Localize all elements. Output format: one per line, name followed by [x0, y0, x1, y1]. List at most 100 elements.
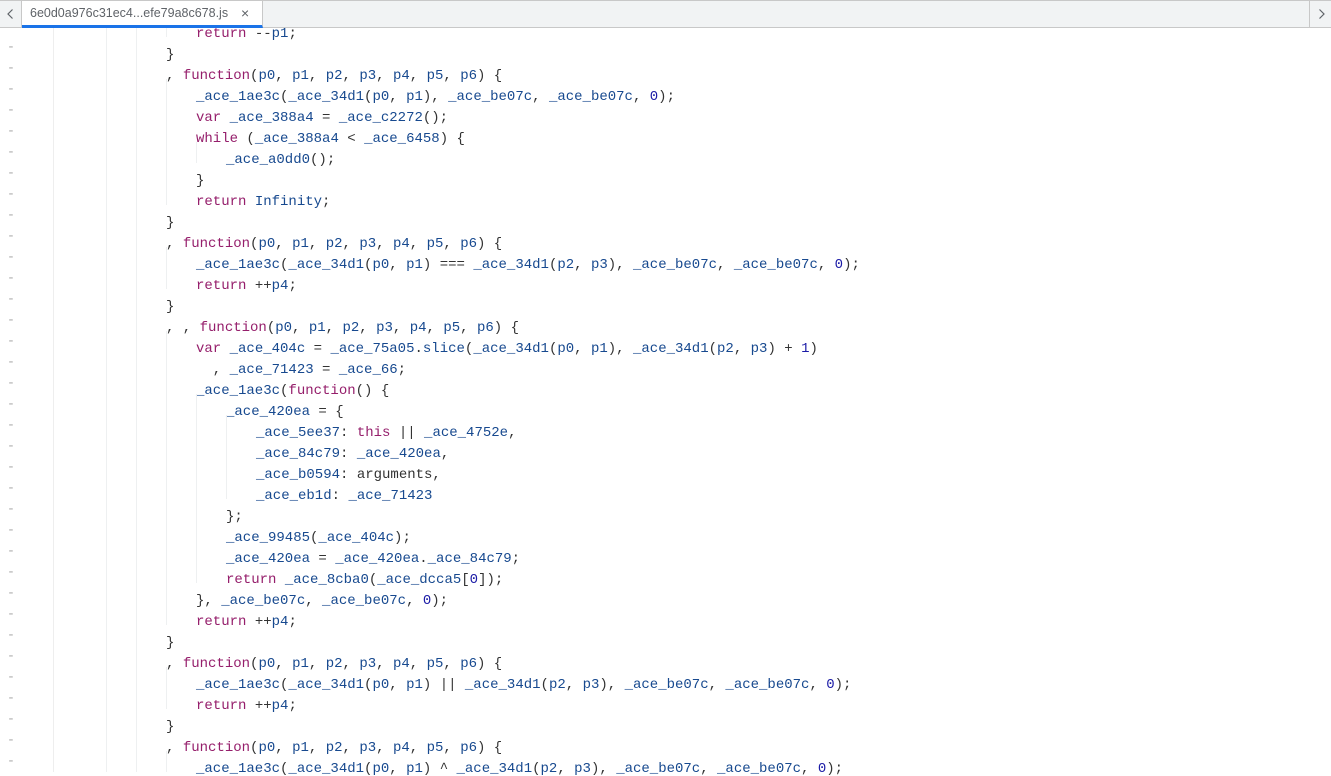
code-content[interactable]: _ace_1ae3c(_ace_34d1(p0, p1), _ace_be07c… [72, 79, 675, 100]
code-line[interactable]: -_ace_1ae3c(_ace_34d1(p0, p1) ^ _ace_34d… [0, 751, 1331, 772]
fold-column [54, 457, 72, 478]
code-line[interactable]: -_ace_1ae3c(_ace_34d1(p0, p1), _ace_be07… [0, 79, 1331, 100]
code-line[interactable]: -return --p1; [0, 28, 1331, 37]
code-content[interactable]: _ace_eb1d: _ace_71423 [72, 478, 432, 499]
fold-column [54, 688, 72, 709]
gutter [22, 205, 54, 226]
code-content[interactable]: return --p1; [72, 28, 297, 37]
code-line[interactable]: -_ace_1ae3c(function() { [0, 373, 1331, 394]
fold-column [54, 58, 72, 79]
code-content[interactable]: } [72, 163, 204, 184]
code-line[interactable]: - _ace_b0594: arguments, [0, 457, 1331, 478]
code-content[interactable]: _ace_99485(_ace_404c); [72, 520, 411, 541]
code-content[interactable]: _ace_1ae3c(_ace_34d1(p0, p1) || _ace_34d… [72, 667, 851, 688]
code-content[interactable]: return ++p4; [72, 268, 297, 289]
code-content[interactable]: }, _ace_be07c, _ace_be07c, 0); [72, 583, 448, 604]
gutter [22, 709, 54, 730]
gutter [22, 478, 54, 499]
gutter [22, 415, 54, 436]
code-content[interactable]: , function(p0, p1, p2, p3, p4, p5, p6) { [72, 646, 502, 667]
code-content[interactable]: } [72, 205, 174, 226]
diff-marker: - [0, 100, 22, 121]
diff-marker: - [0, 478, 22, 499]
fold-column [54, 37, 72, 58]
fold-column [54, 436, 72, 457]
code-content[interactable]: , _ace_71423 = _ace_66; [72, 352, 406, 373]
code-line[interactable]: -_ace_420ea = { [0, 394, 1331, 415]
code-content[interactable]: _ace_1ae3c(function() { [72, 373, 389, 394]
fold-column [54, 310, 72, 331]
code-line[interactable]: -, , function(p0, p1, p2, p3, p4, p5, p6… [0, 310, 1331, 331]
code-line[interactable]: -_ace_99485(_ace_404c); [0, 520, 1331, 541]
tab-active[interactable]: 6e0d0a976c31ec4...efe79a8c678.js × [22, 1, 263, 28]
code-content[interactable]: _ace_1ae3c(_ace_34d1(p0, p1) === _ace_34… [72, 247, 860, 268]
code-content[interactable]: var _ace_388a4 = _ace_c2272(); [72, 100, 448, 121]
fold-column [54, 142, 72, 163]
code-line[interactable]: -return Infinity; [0, 184, 1331, 205]
code-line[interactable]: -, function(p0, p1, p2, p3, p4, p5, p6) … [0, 226, 1331, 247]
code-content[interactable]: return Infinity; [72, 184, 330, 205]
code-content[interactable]: _ace_420ea = { [72, 394, 344, 415]
gutter [22, 142, 54, 163]
fold-column [54, 751, 72, 772]
diff-marker: - [0, 667, 22, 688]
code-content[interactable]: _ace_84c79: _ace_420ea, [72, 436, 449, 457]
code-content[interactable]: while (_ace_388a4 < _ace_6458) { [72, 121, 465, 142]
tabbar-prev-icon[interactable] [0, 0, 22, 28]
code-content[interactable]: , function(p0, p1, p2, p3, p4, p5, p6) { [72, 226, 502, 247]
tabbar-next-icon[interactable] [1309, 0, 1331, 28]
code-content[interactable]: return ++p4; [72, 604, 297, 625]
fold-column [54, 499, 72, 520]
fold-column [54, 289, 72, 310]
code-line[interactable]: -} [0, 163, 1331, 184]
fold-column [54, 625, 72, 646]
code-content[interactable]: , , function(p0, p1, p2, p3, p4, p5, p6)… [72, 310, 519, 331]
code-line[interactable]: -while (_ace_388a4 < _ace_6458) { [0, 121, 1331, 142]
fold-column [54, 100, 72, 121]
code-line[interactable]: -}, _ace_be07c, _ace_be07c, 0); [0, 583, 1331, 604]
code-content[interactable]: , function(p0, p1, p2, p3, p4, p5, p6) { [72, 58, 502, 79]
gutter [22, 79, 54, 100]
code-line[interactable]: -_ace_84c79: _ace_420ea, [0, 436, 1331, 457]
gutter [22, 352, 54, 373]
code-content[interactable]: } [72, 289, 174, 310]
code-content[interactable]: return _ace_8cba0(_ace_dcca5[0]); [72, 562, 503, 583]
fold-column [54, 373, 72, 394]
code-content[interactable]: _ace_5ee37: this || _ace_4752e, [72, 415, 516, 436]
close-icon[interactable]: × [238, 6, 252, 20]
code-line[interactable]: -}; [0, 499, 1331, 520]
gutter [22, 163, 54, 184]
code-content[interactable]: _ace_420ea = _ace_420ea._ace_84c79; [72, 541, 520, 562]
code-content[interactable]: } [72, 37, 174, 58]
code-line[interactable]: -var _ace_404c = _ace_75a05.slice(_ace_3… [0, 331, 1331, 352]
code-line[interactable]: -return ++p4; [0, 604, 1331, 625]
code-line[interactable]: -, function(p0, p1, p2, p3, p4, p5, p6) … [0, 730, 1331, 751]
code-content[interactable]: _ace_1ae3c(_ace_34d1(p0, p1) ^ _ace_34d1… [72, 751, 843, 772]
code-line[interactable]: -_ace_a0dd0(); [0, 142, 1331, 163]
code-editor[interactable]: -return --p1;-}-, function(p0, p1, p2, p… [0, 28, 1331, 776]
gutter [22, 688, 54, 709]
code-content[interactable]: }; [72, 499, 243, 520]
code-content[interactable]: return ++p4; [72, 688, 297, 709]
code-content[interactable]: } [72, 709, 174, 730]
code-line[interactable]: -_ace_5ee37: this || _ace_4752e, [0, 415, 1331, 436]
gutter [22, 331, 54, 352]
gutter [22, 100, 54, 121]
code-line[interactable]: -_ace_1ae3c(_ace_34d1(p0, p1) === _ace_3… [0, 247, 1331, 268]
code-content[interactable]: } [72, 625, 174, 646]
fold-column [54, 163, 72, 184]
gutter [22, 730, 54, 751]
code-line[interactable]: - _ace_eb1d: _ace_71423 [0, 478, 1331, 499]
diff-marker: - [0, 457, 22, 478]
fold-column [54, 667, 72, 688]
code-line[interactable]: -return _ace_8cba0(_ace_dcca5[0]); [0, 562, 1331, 583]
code-content[interactable]: _ace_a0dd0(); [72, 142, 335, 163]
code-content[interactable]: var _ace_404c = _ace_75a05.slice(_ace_34… [72, 331, 818, 352]
code-line[interactable]: - _ace_1ae3c(_ace_34d1(p0, p1) || _ace_34… [0, 667, 1331, 688]
code-line[interactable]: -, function(p0, p1, p2, p3, p4, p5, p6) … [0, 58, 1331, 79]
code-line[interactable]: -_ace_420ea = _ace_420ea._ace_84c79; [0, 541, 1331, 562]
tabbar: 6e0d0a976c31ec4...efe79a8c678.js × [0, 0, 1331, 28]
code-content[interactable]: , function(p0, p1, p2, p3, p4, p5, p6) { [72, 730, 502, 751]
code-content[interactable]: _ace_b0594: arguments, [72, 457, 441, 478]
code-line[interactable]: -, function(p0, p1, p2, p3, p4, p5, p6) … [0, 646, 1331, 667]
